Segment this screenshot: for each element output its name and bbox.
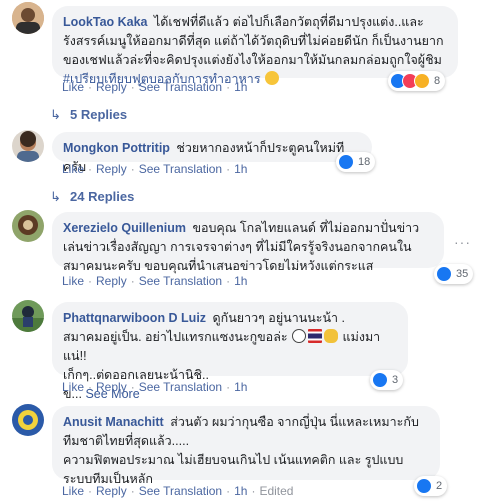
comment-author[interactable]: Xerezielo Quillenium — [63, 221, 186, 235]
comment-actions: Like · Reply · See Translation · 1h — [62, 162, 248, 176]
reaction-count: 18 — [358, 156, 371, 168]
comment-author[interactable]: Mongkon Pottritip — [63, 141, 170, 155]
reply-button[interactable]: Reply — [96, 162, 127, 176]
comment-actions: Like · Reply · See Translation · 1h — [62, 80, 248, 94]
comment-text-line-2: สมาคมอยู่เป็น. อย่าไปแทรกแซงนะกูขอล่ะ — [63, 330, 288, 344]
avatar[interactable] — [12, 2, 44, 34]
view-replies-link[interactable]: ↳ 24 Replies — [50, 189, 134, 205]
avatar[interactable] — [12, 300, 44, 332]
reply-button[interactable]: Reply — [96, 380, 127, 394]
comment-actions: Like · Reply · See Translation · 1h — [62, 380, 248, 394]
comment-item: LookTao Kaka ได้เชฟที่ดีแล้ว ต่อไปก็เลือ… — [12, 2, 480, 98]
wow-icon — [414, 73, 430, 89]
soccer-ball-icon — [292, 329, 307, 343]
like-icon — [436, 266, 452, 282]
reaction-summary[interactable]: 3 — [370, 370, 404, 390]
reply-button[interactable]: Reply — [96, 484, 127, 498]
timestamp[interactable]: 1h — [234, 380, 247, 394]
comment-item: Mongkon Pottritip ช่วยหากองหน้าก็ประตูคน… — [12, 130, 480, 180]
reply-button[interactable]: Reply — [96, 274, 127, 288]
like-icon — [372, 372, 388, 388]
comment-item: Phattqnarwiboon D Luiz ดูกันยาวๆ อยู่นาน… — [12, 300, 480, 401]
reply-arrow-icon: ↳ — [50, 189, 61, 204]
reaction-count: 3 — [392, 374, 399, 386]
comment-item: Xerezielo Quillenium ขอบคุณ โกลไทยแลนด์ … — [12, 210, 480, 292]
flexed-biceps-icon — [324, 329, 339, 343]
reply-arrow-icon: ↳ — [50, 107, 61, 122]
replies-count: 5 Replies — [70, 107, 128, 122]
like-icon — [338, 154, 354, 170]
replies-count: 24 Replies — [70, 189, 135, 204]
comment-author[interactable]: LookTao Kaka — [63, 15, 148, 29]
timestamp[interactable]: 1h — [234, 162, 247, 176]
comment-bubble: Anusit Manachitt ส่วนตัว ผมว่ากุนซือ จาก… — [52, 406, 440, 486]
edited-label: Edited — [259, 484, 294, 498]
comment-author[interactable]: Anusit Manachitt — [63, 415, 164, 429]
avatar[interactable] — [12, 404, 44, 436]
comment-bubble: LookTao Kaka ได้เชฟที่ดีแล้ว ต่อไปก็เลือ… — [52, 6, 458, 86]
reaction-count: 35 — [456, 268, 469, 280]
more-options-icon[interactable]: ··· — [454, 234, 471, 250]
comment-bubble: Xerezielo Quillenium ขอบคุณ โกลไทยแลนด์ … — [52, 212, 444, 273]
grinning-face-icon — [265, 71, 280, 85]
like-button[interactable]: Like — [62, 80, 84, 94]
see-translation-link[interactable]: See Translation — [139, 484, 222, 498]
reaction-summary[interactable]: 35 — [434, 264, 474, 284]
reaction-count: 8 — [434, 75, 441, 87]
see-translation-link[interactable]: See Translation — [139, 380, 222, 394]
view-replies-link[interactable]: ↳ 5 Replies — [50, 107, 127, 123]
comment-item: Anusit Manachitt ส่วนตัว ผมว่ากุนซือ จาก… — [12, 404, 480, 504]
like-button[interactable]: Like — [62, 380, 84, 394]
like-button[interactable]: Like — [62, 484, 84, 498]
like-icon — [416, 478, 432, 494]
comment-author[interactable]: Phattqnarwiboon D Luiz — [63, 311, 206, 325]
comment-actions: Like · Reply · See Translation · 1h — [62, 274, 248, 288]
comment-bubble: Mongkon Pottritip ช่วยหากองหน้าก็ประตูคน… — [52, 132, 372, 174]
timestamp[interactable]: 1h — [234, 274, 247, 288]
comment-bubble: Phattqnarwiboon D Luiz ดูกันยาวๆ อยู่นาน… — [52, 302, 408, 401]
reaction-summary[interactable]: 8 — [388, 71, 446, 91]
see-translation-link[interactable]: See Translation — [139, 80, 222, 94]
comment-actions: Like · Reply · See Translation · 1h · Edited — [62, 484, 294, 498]
avatar[interactable] — [12, 210, 44, 242]
see-translation-link[interactable]: See Translation — [139, 274, 222, 288]
see-translation-link[interactable]: See Translation — [139, 162, 222, 176]
reaction-count: 2 — [436, 480, 443, 492]
avatar[interactable] — [12, 130, 44, 162]
reply-button[interactable]: Reply — [96, 80, 127, 94]
reaction-summary[interactable]: 2 — [414, 476, 448, 496]
reaction-summary[interactable]: 18 — [336, 152, 376, 172]
like-button[interactable]: Like — [62, 162, 84, 176]
thai-flag-icon — [308, 329, 323, 343]
like-button[interactable]: Like — [62, 274, 84, 288]
timestamp[interactable]: 1h — [234, 80, 247, 94]
timestamp[interactable]: 1h — [234, 484, 247, 498]
comment-text-line-1: ดูกันยาวๆ อยู่นานนะน้า . — [212, 311, 346, 325]
